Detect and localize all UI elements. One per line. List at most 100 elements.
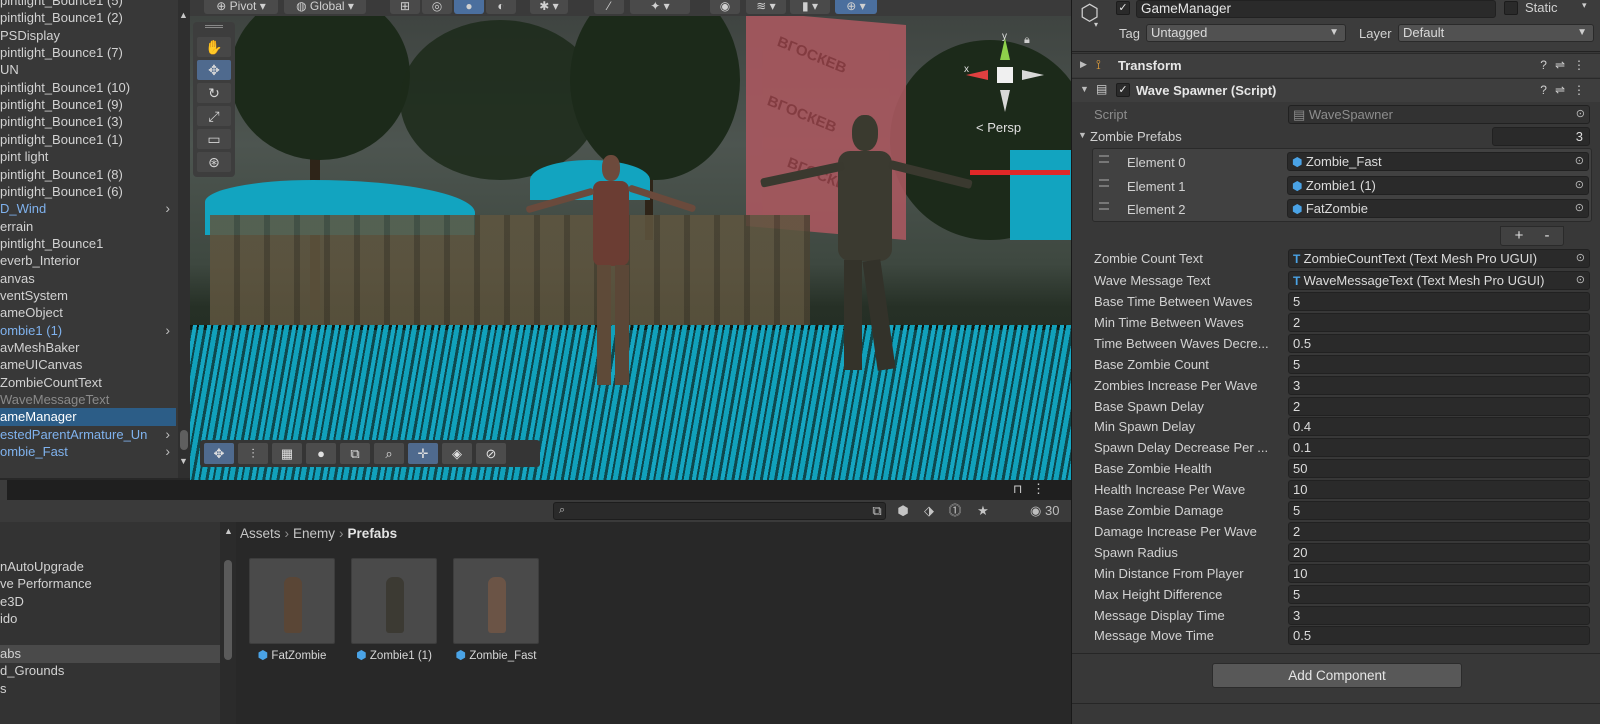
pivot-overlay-icon[interactable]: ✛	[408, 443, 438, 464]
number-field[interactable]: 0.5	[1288, 626, 1590, 646]
number-field[interactable]: 2	[1288, 396, 1590, 416]
hand-tool-icon[interactable]: ✋	[197, 37, 231, 57]
project-tab[interactable]	[0, 480, 7, 500]
drag-handle-icon[interactable]	[1099, 178, 1109, 187]
palette-grip[interactable]	[205, 25, 223, 28]
breadcrumb-item[interactable]: Enemy	[293, 526, 335, 541]
hierarchy-item[interactable]: avMeshBaker	[0, 339, 176, 357]
object-picker-icon[interactable]: ⊙	[1575, 153, 1584, 170]
breadcrumb-item[interactable]: Assets	[240, 526, 281, 541]
array-size-field[interactable]: 3	[1492, 127, 1590, 146]
hierarchy-item[interactable]: anvas	[0, 270, 176, 288]
move-overlay-icon[interactable]: ✥	[204, 443, 234, 464]
gizmo-neg-x-arrow[interactable]	[1022, 70, 1044, 80]
hierarchy-item[interactable]: WaveMessageText	[0, 391, 176, 409]
number-field[interactable]: 2	[1288, 521, 1590, 541]
hierarchy-item[interactable]: ventSystem	[0, 287, 176, 305]
hierarchy-item[interactable]: ameUICanvas	[0, 356, 176, 374]
context-menu-icon[interactable]: ⋮	[1573, 58, 1593, 72]
add-component-button[interactable]: Add Component	[1212, 663, 1462, 688]
gizmo-sphere-button[interactable]: ◎	[422, 0, 452, 14]
asset-tile[interactable]: ⬢ Zombie1 (1)	[348, 558, 438, 668]
number-field[interactable]: 5	[1288, 584, 1590, 604]
number-field[interactable]: 10	[1288, 480, 1590, 500]
search-overlay-icon[interactable]: ⌕	[374, 443, 404, 464]
hierarchy-item[interactable]: pintlight_Bounce1 (1)	[0, 131, 176, 149]
folder-item[interactable]: ve Performance	[0, 575, 220, 593]
hierarchy-item[interactable]: errain	[0, 218, 176, 236]
foldout-collapsed-icon[interactable]: ▶	[1080, 59, 1087, 70]
hierarchy-item[interactable]: pintlight_Bounce1 (9)	[0, 96, 176, 114]
gizmo-neg-y-arrow[interactable]	[1000, 90, 1010, 112]
hierarchy-scrollbar[interactable]: ▲ ▼	[178, 0, 190, 478]
scrollbar-thumb[interactable]	[180, 430, 188, 450]
add-element-button[interactable]: +	[1505, 227, 1533, 245]
wire-mode-button[interactable]: ◐	[486, 0, 516, 14]
component-header-icons[interactable]: ?⇌⋮	[1540, 58, 1593, 72]
scene-view[interactable]: BГОСКЕВ BГОСКЕВ BГОСКЕВ ⊕ Pivot ▾ ◍ Glob…	[190, 0, 1071, 480]
active-checkbox[interactable]: ✓	[1116, 1, 1130, 15]
hierarchy-item[interactable]: pintlight_Bounce1 (7)	[0, 44, 176, 62]
search-box[interactable]: ⌕	[553, 502, 886, 520]
drag-handle-icon[interactable]	[1099, 155, 1109, 163]
remove-element-button[interactable]: -	[1533, 227, 1561, 245]
search-type-icon[interactable]: ⧉	[868, 503, 886, 519]
rotate-tool-icon[interactable]: ↻	[197, 83, 231, 103]
element-object-field[interactable]: ⬢ Zombie1 (1) ⊙	[1287, 175, 1589, 195]
foldout-expanded-icon[interactable]: ▼	[1078, 130, 1087, 140]
gizmo-x-arrow[interactable]	[966, 70, 988, 80]
drag-handle-icon[interactable]	[1099, 202, 1109, 210]
object-reference-field[interactable]: T WaveMessageText (Text Mesh Pro UGUI) ⊙	[1288, 271, 1590, 290]
rect-tool-icon[interactable]: ▭	[197, 129, 231, 149]
icon-dropdown-icon[interactable]: ▾	[1094, 20, 1098, 29]
hierarchy-item[interactable]: ameManager	[0, 408, 176, 426]
hierarchy-item[interactable]: pintlight_Bounce1 (3)	[0, 113, 176, 131]
number-field[interactable]: 50	[1288, 459, 1590, 479]
hierarchy-item[interactable]: PSDisplay	[0, 27, 176, 45]
hierarchy-item[interactable]: pintlight_Bounce1	[0, 235, 176, 253]
folder-item[interactable]: abs	[0, 645, 220, 663]
static-dropdown-icon[interactable]: ▾	[1582, 0, 1587, 11]
folder-item[interactable]: e3D	[0, 593, 220, 611]
zombie-character[interactable]	[759, 115, 975, 375]
number-field[interactable]: 5	[1288, 501, 1590, 520]
number-field[interactable]: 20	[1288, 542, 1590, 562]
hierarchy-item[interactable]: pintlight_Bounce1 (5)	[0, 0, 176, 10]
label-filter-icon[interactable]: ⬗	[920, 503, 938, 519]
number-field[interactable]: 5	[1288, 292, 1590, 311]
lock-icon[interactable]: ⊓	[1013, 482, 1022, 496]
gizmos-dropdown[interactable]: ⊕ ▾	[835, 0, 877, 14]
folder-item[interactable]: ido	[0, 610, 220, 628]
number-field[interactable]: 0.5	[1288, 333, 1590, 353]
element-object-field[interactable]: ⬢ Zombie_Fast ⊙	[1287, 152, 1589, 171]
hierarchy-item[interactable]: UN	[0, 61, 176, 79]
hierarchy-item[interactable]: pintlight_Bounce1 (8)	[0, 166, 176, 184]
chevron-right-icon[interactable]: ›	[165, 426, 170, 444]
hierarchy-item[interactable]: ameObject	[0, 304, 176, 322]
chevron-right-icon[interactable]: ›	[165, 443, 170, 461]
transform-component-header[interactable]: ▶ ⟟ Transform ?⇌⋮	[1072, 53, 1600, 77]
align-overlay-icon[interactable]: ⫶	[238, 443, 268, 464]
sphere-overlay-icon[interactable]: ●	[306, 443, 336, 464]
hierarchy-item[interactable]: pintlight_Bounce1 (10)	[0, 79, 176, 97]
folder-item[interactable]: d_Grounds	[0, 662, 220, 680]
number-field[interactable]: 0.1	[1288, 438, 1590, 458]
help-icon[interactable]: ?	[1540, 58, 1555, 72]
hierarchy-item[interactable]: ZombieCountText	[0, 374, 176, 392]
tag-dropdown[interactable]: Untagged ▼	[1146, 24, 1346, 42]
debug-dropdown[interactable]: ✱ ▾	[530, 0, 568, 14]
object-reference-field[interactable]: T ZombieCountText (Text Mesh Pro UGUI) ⊙	[1288, 249, 1590, 268]
static-checkbox[interactable]	[1504, 1, 1518, 15]
hierarchy-item[interactable]: pintlight_Bounce1 (2)	[0, 9, 176, 27]
object-picker-icon[interactable]: ⊙	[1576, 272, 1585, 289]
camera-dropdown[interactable]: ▮ ▾	[790, 0, 830, 14]
number-field[interactable]: 3	[1288, 375, 1590, 395]
foldout-expanded-icon[interactable]: ▼	[1080, 84, 1089, 94]
gizmo-center-cube[interactable]	[997, 67, 1013, 83]
visibility-toggle[interactable]: ◉	[710, 0, 740, 14]
object-picker-icon[interactable]: ⊙	[1576, 250, 1585, 267]
wave-spawner-component-header[interactable]: ▼ ▤ ✓ Wave Spawner (Script) ?⇌⋮	[1072, 78, 1600, 102]
object-picker-icon[interactable]: ⊙	[1575, 200, 1584, 217]
hidden-count[interactable]: ◉ 30	[1030, 503, 1059, 519]
folder-item[interactable]: s	[0, 680, 220, 698]
